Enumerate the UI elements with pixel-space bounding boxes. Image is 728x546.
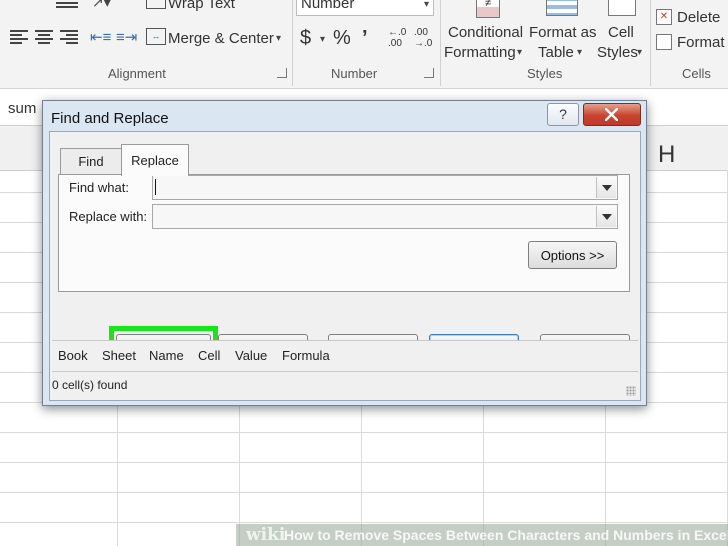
replace-with-input[interactable] xyxy=(155,206,597,225)
cell-styles-label-1[interactable]: Cell xyxy=(608,24,634,41)
cell-styles-label-2[interactable]: Styles xyxy=(597,44,638,61)
cell-styles-icon[interactable] xyxy=(608,0,636,16)
format-as-table-icon[interactable] xyxy=(546,0,578,16)
tab-replace-label: Replace xyxy=(131,153,179,168)
results-col-cell[interactable]: Cell xyxy=(198,348,220,363)
merge-dropdown-icon[interactable]: ▾ xyxy=(276,33,281,44)
status-text: 0 cell(s) found xyxy=(52,378,128,392)
merge-center-button[interactable]: Merge & Center xyxy=(168,30,274,47)
chevron-down-icon: ▾ xyxy=(423,0,429,10)
dialog-close-button[interactable] xyxy=(583,103,641,126)
text-cursor xyxy=(155,179,156,195)
find-what-dropdown-button[interactable] xyxy=(596,177,616,198)
group-separator xyxy=(440,0,441,86)
dialog-client-area: Find Replace Find what: Replace with: Op… xyxy=(49,131,641,401)
chevron-down-icon xyxy=(602,214,612,220)
format-as-table-label-2[interactable]: Table xyxy=(538,44,574,61)
decrease-decimal-icon[interactable]: .00 →.0 xyxy=(414,27,432,49)
increase-decimal-icon[interactable]: ←.0.00 xyxy=(388,27,406,49)
results-col-formula[interactable]: Formula xyxy=(282,348,330,363)
replace-with-combobox[interactable] xyxy=(152,204,618,229)
replace-with-label: Replace with: xyxy=(69,209,148,224)
replace-tab-panel: Find what: Replace with: Options >> xyxy=(58,174,630,292)
cells-group-label: Cells xyxy=(682,66,711,81)
number-format-select[interactable]: Number ▾ xyxy=(296,0,434,16)
align-left-icon[interactable] xyxy=(10,30,28,46)
results-col-name[interactable]: Name xyxy=(149,348,184,363)
chevron-down-icon[interactable]: ▾ xyxy=(637,47,642,58)
chevron-down-icon[interactable]: ▾ xyxy=(517,47,522,58)
currency-button[interactable]: $ xyxy=(300,27,311,50)
format-cells-icon[interactable] xyxy=(656,34,672,50)
delete-cells-button[interactable]: Delete xyxy=(677,9,720,26)
ribbon: ↗▾ Wrap Text ⇤≡ ≡⇥ ↔ Merge & Center ▾ Al… xyxy=(0,0,728,89)
group-separator xyxy=(650,0,651,86)
percent-button[interactable]: % xyxy=(333,27,351,50)
resize-grip-icon[interactable] xyxy=(626,386,636,396)
increase-indent-icon[interactable]: ≡⇥ xyxy=(116,28,137,46)
find-replace-dialog: Find and Replace ? Find Replace Find wha… xyxy=(42,100,647,406)
results-col-value[interactable]: Value xyxy=(235,348,267,363)
number-format-value: Number xyxy=(301,0,355,12)
wrap-text-icon[interactable] xyxy=(146,0,166,9)
close-icon xyxy=(605,108,618,121)
currency-dropdown-icon[interactable]: ▾ xyxy=(320,34,325,45)
watermark-title: How to Remove Spaces Between Characters … xyxy=(284,527,728,543)
help-icon: ? xyxy=(559,106,567,122)
styles-group-label: Styles xyxy=(527,66,563,81)
column-header-h[interactable]: H xyxy=(658,141,675,169)
tab-replace[interactable]: Replace xyxy=(121,144,189,176)
align-top-icon[interactable] xyxy=(56,0,78,10)
align-center-icon[interactable] xyxy=(35,30,53,46)
comma-style-button[interactable]: ’ xyxy=(362,27,368,50)
conditional-formatting-label-2[interactable]: Formatting xyxy=(444,44,516,61)
number-launcher-icon[interactable] xyxy=(424,68,434,78)
watermark-bar: wiki How to Remove Spaces Between Charac… xyxy=(236,524,728,546)
orientation-icon[interactable]: ↗▾ xyxy=(92,0,111,11)
chevron-down-icon[interactable]: ▾ xyxy=(577,47,582,58)
number-group-label: Number xyxy=(331,66,378,81)
find-what-label: Find what: xyxy=(69,180,129,195)
conditional-formatting-icon[interactable]: ≠ xyxy=(476,0,500,18)
watermark-brand: wiki xyxy=(246,525,286,545)
replace-with-dropdown-button[interactable] xyxy=(596,206,616,227)
decrease-indent-icon[interactable]: ⇤≡ xyxy=(90,28,111,46)
conditional-formatting-label-1[interactable]: Conditional xyxy=(448,24,523,41)
chevron-down-icon xyxy=(602,185,612,191)
options-button[interactable]: Options >> xyxy=(528,241,617,269)
delete-cells-icon[interactable]: ✕ xyxy=(656,9,672,25)
alignment-launcher-icon[interactable] xyxy=(277,68,287,78)
dialog-title: Find and Replace xyxy=(51,110,169,127)
results-col-sheet[interactable]: Sheet xyxy=(102,348,136,363)
help-button[interactable]: ? xyxy=(547,103,579,126)
align-right-icon[interactable] xyxy=(60,30,78,46)
find-what-combobox[interactable] xyxy=(152,175,618,200)
tab-find[interactable]: Find xyxy=(60,148,122,175)
format-cells-button[interactable]: Format xyxy=(677,34,725,51)
alignment-group-label: Alignment xyxy=(108,66,166,81)
find-what-input[interactable] xyxy=(155,177,597,196)
group-separator xyxy=(292,0,293,86)
name-box[interactable]: sum xyxy=(8,100,36,117)
results-col-book[interactable]: Book xyxy=(58,348,88,363)
tab-find-label: Find xyxy=(78,154,104,169)
merge-center-icon[interactable]: ↔ xyxy=(146,28,166,45)
results-header: Book Sheet Name Cell Value Formula xyxy=(52,340,638,372)
format-as-table-label-1[interactable]: Format as xyxy=(529,24,597,41)
wrap-text-button[interactable]: Wrap Text xyxy=(168,0,235,12)
